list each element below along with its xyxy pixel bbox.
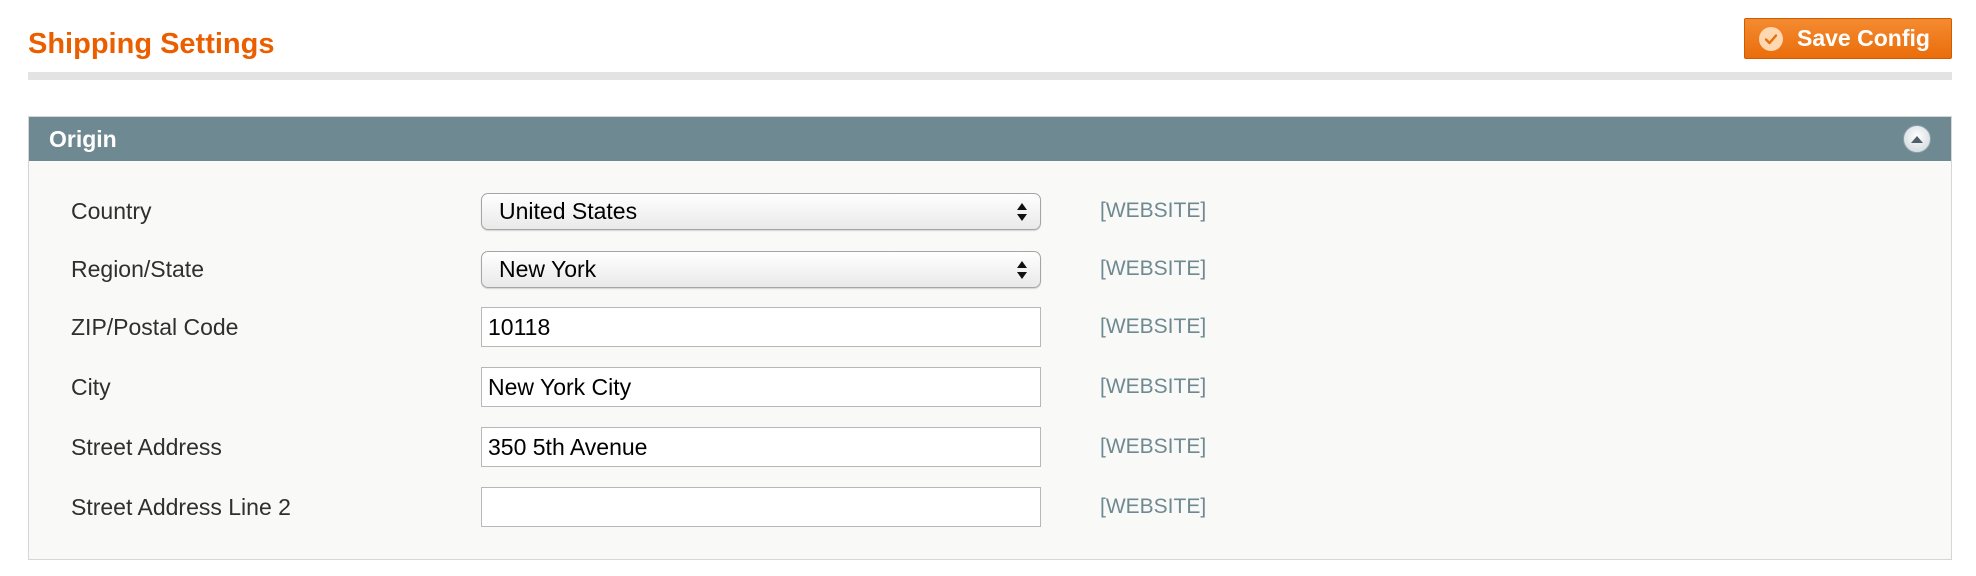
- street-address-label: Street Address: [71, 434, 222, 460]
- city-scope-label: [WEBSITE]: [1100, 375, 1207, 398]
- city-label: City: [71, 374, 111, 400]
- select-arrows-icon: [1017, 203, 1027, 221]
- origin-fieldset: Origin Country United States [WEBSITE] R…: [28, 116, 1952, 560]
- street-address-input[interactable]: [481, 427, 1041, 467]
- page-title: Shipping Settings: [28, 28, 275, 60]
- city-row: City [WEBSITE]: [29, 367, 1951, 407]
- zip-row: ZIP/Postal Code [WEBSITE]: [29, 307, 1951, 347]
- country-scope-label: [WEBSITE]: [1100, 199, 1207, 222]
- zip-input[interactable]: [481, 307, 1041, 347]
- section-title: Origin: [49, 126, 117, 152]
- country-label: Country: [71, 198, 152, 224]
- region-select[interactable]: New York: [481, 251, 1041, 288]
- street-address-2-row: Street Address Line 2 [WEBSITE]: [29, 487, 1951, 527]
- street-address-2-label: Street Address Line 2: [71, 494, 291, 520]
- country-select[interactable]: United States: [481, 193, 1041, 230]
- check-circle-icon: [1759, 26, 1783, 51]
- save-config-button[interactable]: Save Config: [1744, 18, 1952, 59]
- region-scope-label: [WEBSITE]: [1100, 257, 1207, 280]
- street-address-row: Street Address [WEBSITE]: [29, 427, 1951, 467]
- chevron-up-circle-icon[interactable]: [1903, 125, 1931, 153]
- zip-label: ZIP/Postal Code: [71, 314, 239, 340]
- title-divider: [28, 72, 1952, 80]
- country-select-value: United States: [499, 198, 638, 224]
- origin-section-header[interactable]: Origin: [29, 117, 1951, 161]
- street-address-2-scope-label: [WEBSITE]: [1100, 495, 1207, 518]
- street-address-2-input[interactable]: [481, 487, 1041, 527]
- region-label: Region/State: [71, 256, 204, 282]
- region-select-value: New York: [499, 256, 597, 282]
- shipping-settings-page: Shipping Settings Save Config Origin Cou…: [0, 0, 1976, 576]
- select-arrows-icon: [1017, 261, 1027, 279]
- street-address-scope-label: [WEBSITE]: [1100, 435, 1207, 458]
- city-input[interactable]: [481, 367, 1041, 407]
- region-row: Region/State New York [WEBSITE]: [29, 249, 1951, 289]
- country-row: Country United States [WEBSITE]: [29, 191, 1951, 231]
- zip-scope-label: [WEBSITE]: [1100, 315, 1207, 338]
- save-config-label: Save Config: [1797, 25, 1930, 51]
